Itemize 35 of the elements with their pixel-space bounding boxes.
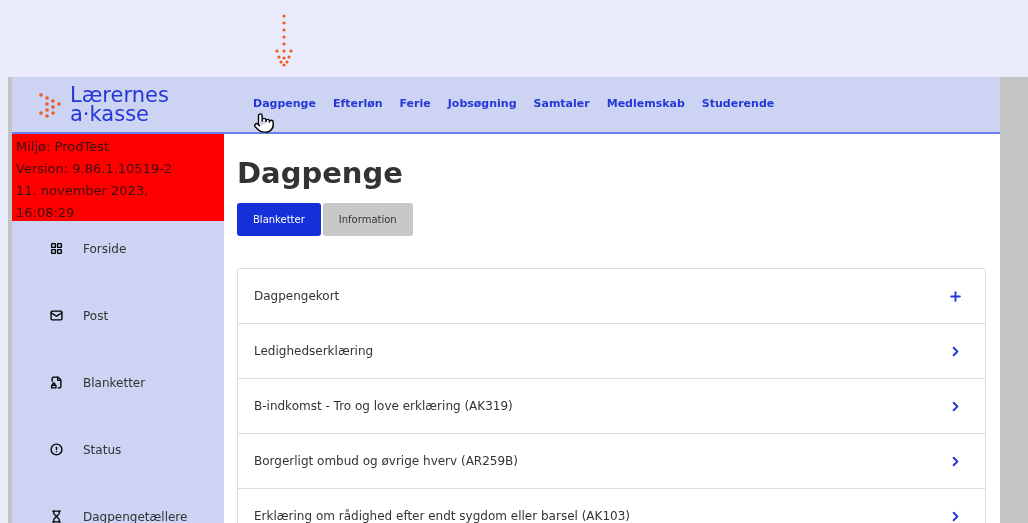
sidebar-item[interactable]: Forside <box>12 240 224 257</box>
nav-link[interactable]: Efterløn <box>332 96 383 113</box>
form-row[interactable]: Ledighedserklæring <box>238 324 985 379</box>
hand-cursor-icon <box>253 112 275 134</box>
environment-info: Miljø: ProdTest <box>16 138 110 156</box>
page-title: Dagpenge <box>237 156 404 190</box>
sidebar-item[interactable]: Post <box>12 307 224 324</box>
environment-info: 16:08:29 <box>16 204 76 222</box>
form-row[interactable]: Borgerligt ombud og øvrige hverv (AR259B) <box>238 434 985 489</box>
alert-icon <box>50 443 63 456</box>
nav-link[interactable]: Samtaler <box>533 96 590 113</box>
form-row[interactable]: Erklæring om rådighed efter endt sygdom eller barsel (AK103) <box>238 489 985 523</box>
sidebar-item[interactable]: Dagpengetællere <box>12 508 224 523</box>
form-row[interactable]: Dagpengekort <box>238 269 985 324</box>
tab[interactable]: Blanketter <box>237 203 321 236</box>
tab[interactable]: Information <box>322 203 413 236</box>
nav-link[interactable]: Dagpenge <box>253 96 316 113</box>
environment-info: 11. november 2023, <box>16 182 150 200</box>
hourglass-icon <box>50 510 63 523</box>
environment-info: Version: 9.86.1.10519-2 <box>16 160 174 178</box>
arrow-drawing <box>274 14 294 68</box>
plus-icon <box>948 288 963 304</box>
logo-text: Lærernes <box>70 85 169 105</box>
logo-text: a·kasse <box>70 104 149 124</box>
grid-icon <box>50 242 63 255</box>
sidebar-item[interactable]: Blanketter <box>12 374 224 391</box>
mail-icon <box>50 309 63 322</box>
sidebar-item[interactable]: Status <box>12 441 224 458</box>
nav-link[interactable]: Studerende <box>701 96 775 113</box>
logo-icon <box>38 90 64 119</box>
form-row[interactable]: B-indkomst - Tro og love erklæring (AK319) <box>238 379 985 434</box>
nav-link[interactable]: Ferie <box>399 96 431 113</box>
nav-link[interactable]: Medlemskab <box>606 96 685 113</box>
document-icon <box>50 376 63 389</box>
nav-link[interactable]: Jobsøgning <box>447 96 517 113</box>
